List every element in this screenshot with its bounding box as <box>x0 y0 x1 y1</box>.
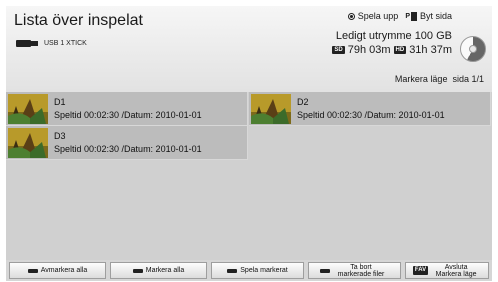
sd-badge: SD <box>332 46 345 54</box>
hd-badge: HD <box>393 46 407 54</box>
green-key-icon <box>132 268 143 273</box>
play-marked-label: Spela markerat <box>240 267 288 274</box>
fav-key-icon: FAV <box>412 266 429 275</box>
recording-item[interactable]: D2 Speltid 00:02:30 /Datum: 2010-01-01 <box>249 92 491 126</box>
exit-mark-mode-button[interactable]: FAV Avsluta Markera läge <box>405 262 489 279</box>
legend-page-label: Byt sida <box>419 11 452 21</box>
recording-name: D1 <box>54 97 66 107</box>
action-bar: Avmarkera alla Markera alla Spela marker… <box>6 260 492 281</box>
recording-meta: Speltid 00:02:30 /Datum: 2010-01-01 <box>297 110 445 120</box>
page-key-icon: P <box>405 11 417 21</box>
recording-meta: Speltid 00:02:30 /Datum: 2010-01-01 <box>54 110 202 120</box>
recordings-grid: D1 Speltid 00:02:30 /Datum: 2010-01-01 D… <box>6 92 492 260</box>
ok-button-icon <box>347 12 355 20</box>
mark-all-button[interactable]: Markera alla <box>110 262 207 279</box>
red-key-icon <box>27 268 38 273</box>
blue-key-icon <box>320 268 330 273</box>
header: Lista över inspelat USB 1 XTICK Spela up… <box>6 6 492 92</box>
remaining-times: SD 79h 03m HD 31h 37m <box>332 44 452 56</box>
mark-all-label: Markera alla <box>145 267 185 274</box>
disc-usage-icon <box>460 36 486 62</box>
recordings-screen: Lista över inspelat USB 1 XTICK Spela up… <box>6 6 492 281</box>
key-legend: Spela upp P Byt sida <box>332 11 452 21</box>
page-info: sida 1/1 <box>452 74 484 84</box>
sd-time: 79h 03m <box>347 44 391 56</box>
thumbnail-image <box>251 94 291 124</box>
delete-marked-button[interactable]: Ta bort markerade filer <box>308 262 401 279</box>
play-marked-button[interactable]: Spela markerat <box>211 262 304 279</box>
yellow-key-icon <box>227 268 238 273</box>
legend-play-label: Spela upp <box>357 11 399 21</box>
recording-item[interactable]: D3 Speltid 00:02:30 /Datum: 2010-01-01 <box>6 126 248 160</box>
usb-icon <box>16 39 38 48</box>
page-title: Lista över inspelat <box>14 12 143 29</box>
recording-name: D2 <box>297 97 309 107</box>
device-label: USB 1 XTICK <box>44 40 87 47</box>
thumbnail-image <box>8 94 48 124</box>
recording-item[interactable]: D1 Speltid 00:02:30 /Datum: 2010-01-01 <box>6 92 248 126</box>
thumbnail-image <box>8 128 48 158</box>
unmark-all-button[interactable]: Avmarkera alla <box>9 262 106 279</box>
hd-time: 31h 37m <box>409 44 452 56</box>
device-indicator: USB 1 XTICK <box>16 39 87 48</box>
free-space: Ledigt utrymme 100 GB <box>335 30 452 42</box>
unmark-all-label: Avmarkera alla <box>40 267 88 274</box>
mark-mode-indicator: Markera läge sida 1/1 <box>395 74 484 84</box>
recording-name: D3 <box>54 131 66 141</box>
mark-mode-label: Markera läge <box>394 74 448 84</box>
delete-marked-label: Ta bort markerade filer <box>337 263 385 278</box>
exit-mark-mode-label: Avsluta Markera läge <box>435 263 477 278</box>
recording-meta: Speltid 00:02:30 /Datum: 2010-01-01 <box>54 144 202 154</box>
storage-info: Spela upp P Byt sida Ledigt utrymme 100 … <box>332 11 452 56</box>
